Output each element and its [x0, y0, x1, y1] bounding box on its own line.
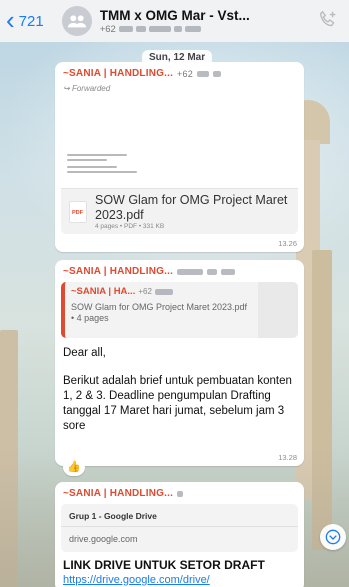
message-text: Dear all, Berikut adalah brief untuk pem… — [63, 347, 292, 432]
link-title: Grup 1 - Google Drive — [69, 511, 157, 521]
quoted-text: SOW Glam for OMG Project Maret 2023.pdf … — [71, 302, 248, 323]
chat-header: ‹ 721 TMM x OMG Mar - Vst... +62 — [0, 0, 349, 42]
message-bubble[interactable]: ~SANIA | HANDLING... ~SANIA | HA... +62 … — [55, 260, 304, 466]
sender-name[interactable]: ~SANIA | HANDLING... — [63, 266, 236, 277]
quoted-thumbnail — [258, 282, 298, 338]
unread-count: 721 — [18, 12, 44, 30]
chat-title: TMM x OMG Mar - Vst... — [99, 7, 250, 23]
message-text: LINK DRIVE UNTUK SETOR DRAFT — [63, 558, 265, 572]
chat-info[interactable]: TMM x OMG Mar - Vst... +62 — [100, 8, 310, 35]
chevron-down-icon — [325, 529, 341, 545]
document-preview[interactable]: PDF SOW Glam for OMG Project Maret 2023.… — [61, 96, 298, 234]
forwarded-label: ↪ Forwarded — [63, 84, 111, 93]
message-time: 13.28 — [278, 453, 297, 462]
document-meta: 4 pages • PDF • 331 KB — [95, 223, 165, 230]
chat-participants: +62 — [100, 24, 310, 35]
reaction-badge[interactable]: 👍 — [63, 458, 85, 476]
chevron-left-icon: ‹ — [6, 4, 15, 35]
sender-name[interactable]: ~SANIA | HANDLING... — [63, 488, 184, 499]
message-link[interactable]: https://drive.google.com/drive/ — [63, 574, 210, 586]
back-button[interactable]: ‹ 721 — [6, 4, 44, 35]
pdf-file-icon: PDF — [69, 201, 87, 223]
link-preview[interactable]: Grup 1 - Google Drive drive.google.com — [61, 504, 298, 552]
document-info-bar: PDF SOW Glam for OMG Project Maret 2023.… — [61, 188, 298, 234]
group-avatar-icon[interactable] — [61, 6, 92, 36]
message-bubble[interactable]: ~SANIA | HANDLING... +62 ↪ Forwarded PDF… — [55, 62, 304, 252]
quoted-message[interactable]: ~SANIA | HA... +62 SOW Glam for OMG Proj… — [61, 282, 298, 338]
sender-name[interactable]: ~SANIA | HANDLING... +62 — [63, 68, 221, 79]
message-time: 13.26 — [278, 239, 297, 248]
add-call-icon[interactable] — [317, 9, 339, 31]
scroll-to-bottom-button[interactable] — [320, 524, 346, 550]
document-thumbnail — [61, 96, 298, 188]
link-domain: drive.google.com — [69, 534, 138, 544]
document-name: SOW Glam for OMG Project Maret 2023.pdf — [95, 193, 288, 222]
quoted-sender: ~SANIA | HA... +62 — [71, 286, 173, 297]
message-bubble[interactable]: ~SANIA | HANDLING... Grup 1 - Google Dri… — [55, 482, 304, 587]
